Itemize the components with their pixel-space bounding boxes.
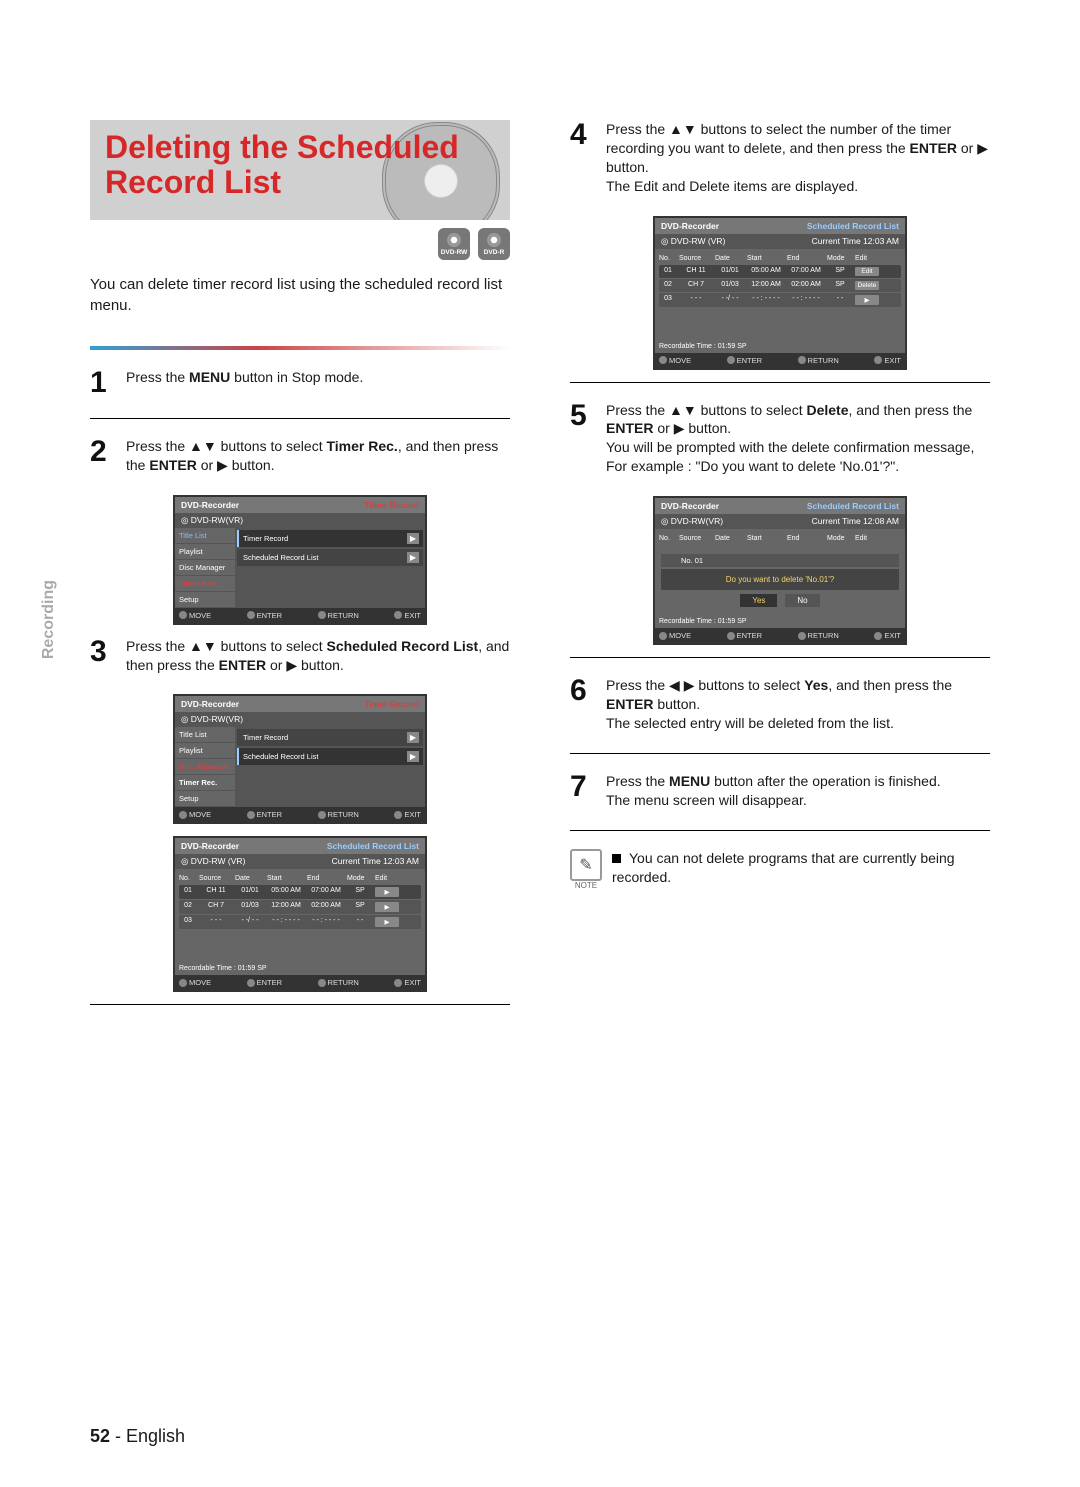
note-icon: ✎: [570, 849, 602, 881]
step-3: 3 Press the ▲▼ buttons to select Schedul…: [90, 637, 510, 675]
step-5: 5 Press the ▲▼ buttons to select Delete,…: [570, 401, 990, 477]
osd-edit-delete: DVD-RecorderScheduled Record List ◎ DVD-…: [653, 216, 907, 370]
step-4: 4 Press the ▲▼ buttons to select the num…: [570, 120, 990, 196]
step-1: 1 Press the MENU button in Stop mode.: [90, 368, 510, 398]
osd-timer-menu-2: DVD-RecorderTimer Record ◎ DVD-RW(VR) Ti…: [173, 694, 427, 824]
hr: [570, 382, 990, 383]
badge-dvd-rw: DVD-RW: [438, 228, 470, 260]
note-block: ✎ NOTE You can not delete programs that …: [570, 849, 990, 890]
badge-dvd-r: DVD-R: [478, 228, 510, 260]
title-banner: Deleting the Scheduled Record List: [90, 120, 510, 220]
hr: [570, 657, 990, 658]
osd-timer-menu-1: DVD-RecorderTimer Record ◎ DVD-RW(VR) Ti…: [173, 495, 427, 625]
osd-scheduled-list: DVD-RecorderScheduled Record List ◎ DVD-…: [173, 836, 427, 992]
note-text: You can not delete programs that are cur…: [612, 849, 990, 888]
hr: [570, 753, 990, 754]
intro-text: You can delete timer record list using t…: [90, 275, 510, 316]
step-7: 7 Press the MENU button after the operat…: [570, 772, 990, 810]
osd-confirm-delete: DVD-RecorderScheduled Record List ◎ DVD-…: [653, 496, 907, 645]
page-title: Deleting the Scheduled Record List: [105, 130, 495, 200]
section-tab: Recording: [40, 580, 58, 659]
hr: [570, 830, 990, 831]
media-badges: DVD-RW DVD-R: [90, 228, 510, 260]
page-footer: 52 - English: [90, 1386, 990, 1447]
step-2: 2 Press the ▲▼ buttons to select Timer R…: [90, 437, 510, 475]
divider-gradient: [90, 346, 510, 350]
hr: [90, 1004, 510, 1005]
hr: [90, 418, 510, 419]
step-6: 6 Press the ◀ ▶ buttons to select Yes, a…: [570, 676, 990, 733]
